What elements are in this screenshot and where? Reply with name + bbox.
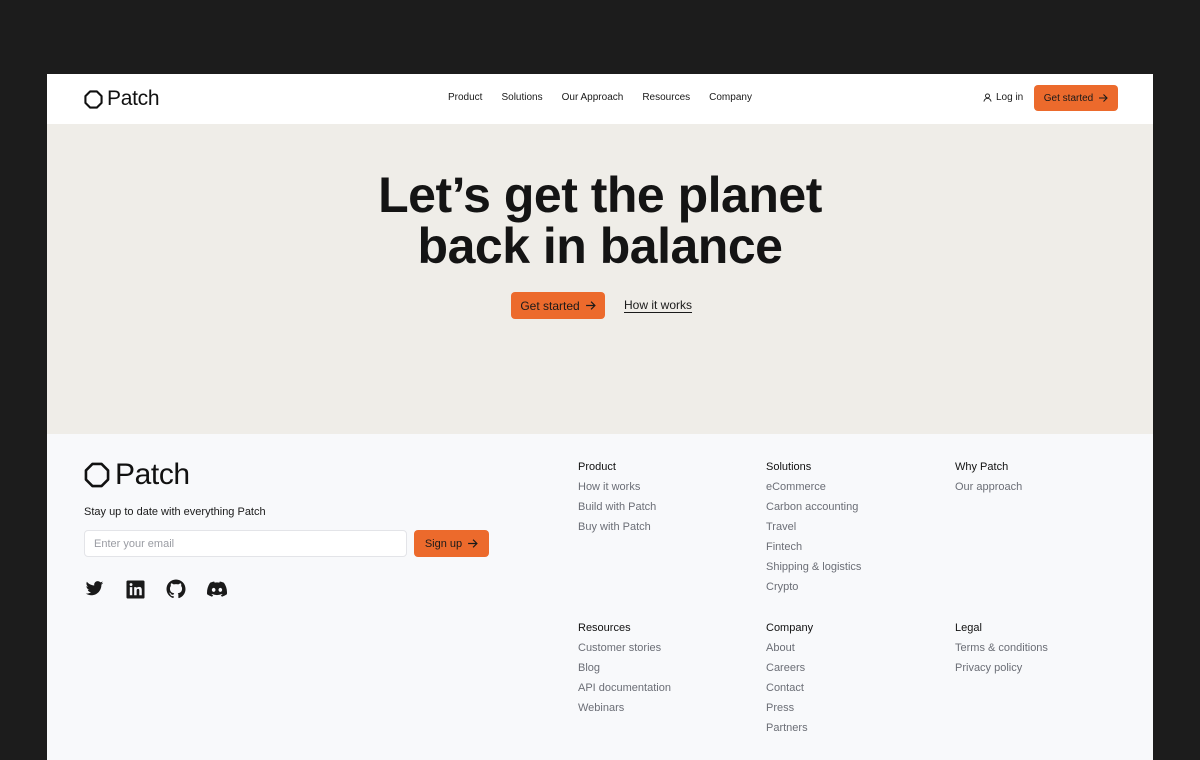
login-link[interactable]: Log in — [983, 92, 1023, 103]
browser-page: Patch Product Solutions Our Approach Res… — [47, 74, 1153, 760]
site-footer: Patch Stay up to date with everything Pa… — [47, 434, 1153, 760]
footer-link[interactable]: Blog — [578, 662, 671, 675]
footer-link[interactable]: Partners — [766, 722, 813, 735]
col-title: Solutions — [766, 461, 812, 473]
footer-link[interactable]: About — [766, 642, 813, 655]
footer-link[interactable]: How it works — [578, 481, 656, 494]
footer-link[interactable]: Carbon accounting — [766, 501, 861, 514]
social-links — [84, 579, 227, 599]
nav-our-approach[interactable]: Our Approach — [562, 92, 624, 103]
patch-logo-icon — [84, 462, 110, 488]
discord-icon[interactable] — [207, 579, 227, 599]
footer-link[interactable]: Travel — [766, 521, 861, 534]
footer-link[interactable]: Careers — [766, 662, 813, 675]
email-input[interactable] — [84, 530, 407, 557]
footer-col-resources: Resources Customer stories Blog API docu… — [578, 622, 671, 722]
footer-col-why-patch: Why Patch Our approach — [955, 461, 1022, 501]
arrow-right-icon — [468, 539, 478, 548]
site-header: Patch Product Solutions Our Approach Res… — [47, 74, 1153, 124]
footer-link[interactable]: Privacy policy — [955, 662, 1048, 675]
col-title: Why Patch — [955, 461, 1009, 473]
hero-title-line1: Let’s get the planet — [378, 167, 822, 223]
how-it-works-link[interactable]: How it works — [624, 298, 692, 312]
col-title: Product — [578, 461, 616, 473]
footer-link[interactable]: Contact — [766, 682, 813, 695]
footer-link[interactable]: Crypto — [766, 581, 861, 594]
footer-logo[interactable]: Patch — [84, 458, 190, 492]
footer-link[interactable]: Our approach — [955, 481, 1022, 494]
footer-link[interactable]: Fintech — [766, 541, 861, 554]
header-get-started-button[interactable]: Get started — [1034, 85, 1118, 111]
twitter-icon[interactable] — [84, 579, 104, 599]
logo-text: Patch — [107, 87, 160, 110]
col-title: Legal — [955, 622, 982, 634]
nav-solutions[interactable]: Solutions — [501, 92, 542, 103]
hero-title: Let’s get the planet back in balance — [47, 170, 1153, 272]
github-icon[interactable] — [166, 579, 186, 599]
newsletter-tagline: Stay up to date with everything Patch — [84, 506, 266, 518]
footer-link[interactable]: API documentation — [578, 682, 671, 695]
linkedin-icon[interactable] — [125, 579, 145, 599]
footer-link[interactable]: Webinars — [578, 702, 671, 715]
footer-col-company: Company About Careers Contact Press Part… — [766, 622, 813, 742]
footer-link[interactable]: eCommerce — [766, 481, 861, 494]
patch-logo[interactable]: Patch — [84, 87, 160, 111]
sign-up-label: Sign up — [424, 537, 463, 550]
nav-resources[interactable]: Resources — [642, 92, 690, 103]
hero-cta-label: Get started — [520, 298, 580, 313]
footer-col-product: Product How it works Build with Patch Bu… — [578, 461, 656, 541]
sign-up-button[interactable]: Sign up — [414, 530, 489, 557]
user-icon — [983, 93, 992, 102]
footer-link[interactable]: Buy with Patch — [578, 521, 656, 534]
arrow-right-icon — [1099, 94, 1109, 102]
footer-link[interactable]: Build with Patch — [578, 501, 656, 514]
footer-logo-text: Patch — [115, 458, 190, 491]
login-label: Log in — [996, 92, 1024, 103]
col-title: Company — [766, 622, 814, 634]
nav-product[interactable]: Product — [448, 92, 482, 103]
patch-logo-icon — [84, 89, 103, 109]
footer-link[interactable]: Press — [766, 702, 813, 715]
hero-get-started-button[interactable]: Get started — [511, 292, 605, 319]
hero-title-line2: back in balance — [417, 218, 783, 274]
nav-company[interactable]: Company — [709, 92, 752, 103]
hero-section: Let’s get the planet back in balance Get… — [47, 124, 1153, 434]
footer-link[interactable]: Customer stories — [578, 642, 671, 655]
col-title: Resources — [578, 622, 631, 634]
footer-link[interactable]: Shipping & logistics — [766, 561, 861, 574]
header-cta-label: Get started — [1043, 92, 1094, 104]
footer-col-legal: Legal Terms & conditions Privacy policy — [955, 622, 1048, 682]
footer-col-solutions: Solutions eCommerce Carbon accounting Tr… — [766, 461, 861, 601]
arrow-right-icon — [585, 301, 596, 310]
main-nav: Product Solutions Our Approach Resources… — [448, 92, 752, 103]
footer-link[interactable]: Terms & conditions — [955, 642, 1048, 655]
